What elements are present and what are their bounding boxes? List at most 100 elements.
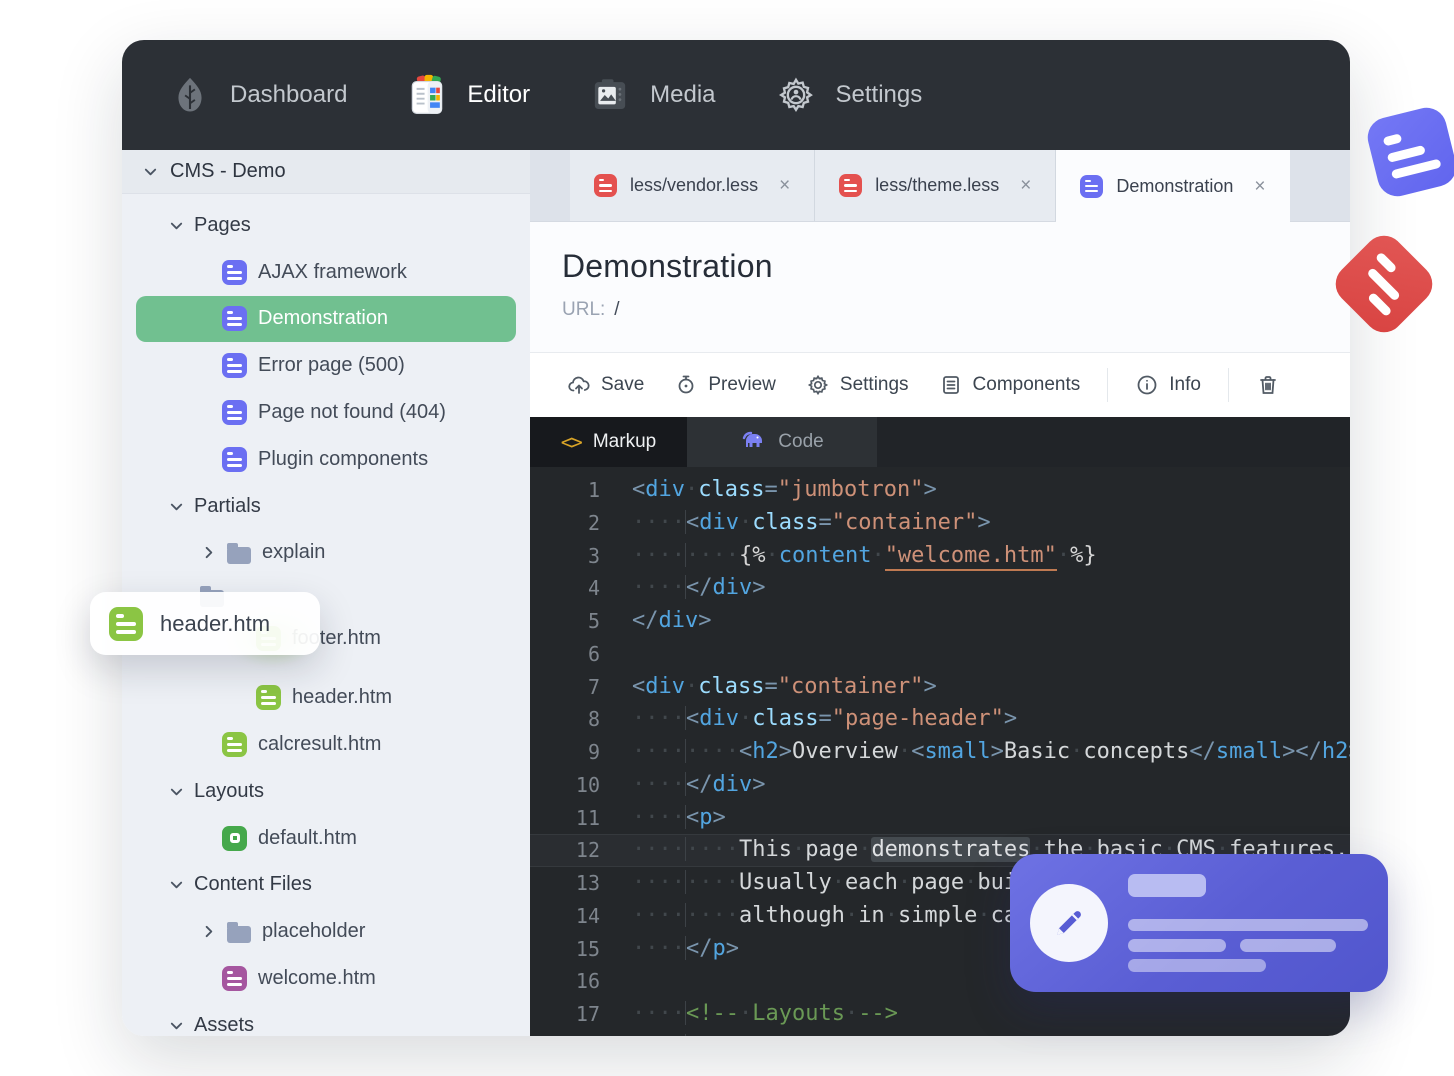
tab-less-theme.less[interactable]: less/theme.less × xyxy=(815,150,1057,221)
url-value: / xyxy=(614,299,620,320)
chevron-down-icon xyxy=(168,1017,184,1033)
tree-section-layouts[interactable]: Layouts xyxy=(122,768,530,815)
code-text: <div·class="container"> xyxy=(632,673,937,699)
nav-item-media[interactable]: Media xyxy=(588,73,716,117)
page-file-icon xyxy=(222,400,247,426)
tree-item-ajax-framework[interactable]: AJAX framework xyxy=(122,249,530,296)
line-number: 13 xyxy=(575,871,600,895)
tree-item-page-not-found-404-[interactable]: Page not found (404) xyxy=(122,389,530,436)
sidebar-theme-selector[interactable]: CMS - Demo xyxy=(122,150,530,194)
code-line: 11 ····<p> xyxy=(530,802,1350,835)
editor-notebook-icon xyxy=(405,73,449,117)
toolbar-button-label: Components xyxy=(972,374,1081,395)
settings-icon xyxy=(806,373,830,397)
close-icon[interactable]: × xyxy=(1020,176,1031,195)
line-number: 5 xyxy=(587,609,600,633)
components-button[interactable]: Components xyxy=(924,363,1096,407)
preview-button[interactable]: Preview xyxy=(659,363,791,407)
page-file-icon xyxy=(222,353,247,379)
promo-card xyxy=(1010,854,1388,992)
line-number: 4 xyxy=(587,576,600,601)
tree-item-label: default.htm xyxy=(258,826,357,849)
toolbar-divider xyxy=(1107,368,1109,402)
partial-file-icon xyxy=(256,685,281,711)
tree-section-assets[interactable]: Assets xyxy=(122,1002,530,1036)
line-number: 17 xyxy=(575,1002,600,1026)
skeleton-line xyxy=(1128,919,1368,931)
line-number: 2 xyxy=(587,510,600,535)
tree-item-label: Demonstration xyxy=(258,307,389,330)
page-file-icon xyxy=(222,259,247,285)
code-text: <div·class="jumbotron"> xyxy=(632,477,937,502)
tree-item-label: Layouts xyxy=(194,779,265,802)
code-line: 9 ········<h2>Overview·<small>Basic·conce… xyxy=(530,736,1350,769)
toolbar-button-label: Settings xyxy=(839,374,909,395)
nav-item-settings[interactable]: Settings xyxy=(774,73,922,117)
document-header: Demonstration URL: / xyxy=(530,222,1350,352)
tree-section-pages[interactable]: Pages xyxy=(122,202,530,249)
chevron-right-icon xyxy=(200,545,216,561)
tree-item-header.htm[interactable]: header.htm xyxy=(122,674,530,721)
tree-item-label: welcome.htm xyxy=(258,967,376,990)
tree-item-label: Error page (500) xyxy=(258,354,405,377)
nav-item-label: Media xyxy=(650,81,716,108)
save-button[interactable]: Save xyxy=(552,363,659,407)
tab-strip: less/vendor.less × less/theme.less × Demonst… xyxy=(530,150,1350,222)
line-number: 12 xyxy=(575,838,600,863)
tree-item-default.htm[interactable]: default.htm xyxy=(122,815,530,862)
line-number: 11 xyxy=(575,805,600,830)
code-text: ····<!--·Layouts·--> xyxy=(632,1001,898,1026)
layout-file-icon xyxy=(222,825,247,851)
save-icon xyxy=(567,373,591,397)
editor-tab-label: Markup xyxy=(592,431,657,452)
nav-item-editor[interactable]: Editor xyxy=(405,73,530,117)
close-icon[interactable]: × xyxy=(779,176,790,195)
tab-less-vendor.less[interactable]: less/vendor.less × xyxy=(570,150,816,221)
tree-item-demonstration[interactable]: Demonstration xyxy=(136,295,516,343)
code-line: 6 xyxy=(530,638,1350,671)
tree-item-welcome.htm[interactable]: welcome.htm xyxy=(122,955,530,1002)
trash-button[interactable] xyxy=(1241,363,1295,407)
code-text: ····<p> xyxy=(632,804,726,830)
settings-button[interactable]: Settings xyxy=(791,363,924,407)
drag-ghost: header.htm xyxy=(90,592,320,655)
preview-icon xyxy=(674,373,698,397)
php-elephant-icon xyxy=(740,428,766,456)
line-number: 1 xyxy=(587,478,600,502)
tree-item-explain[interactable]: explain xyxy=(122,530,530,577)
info-button[interactable]: Info xyxy=(1120,363,1216,407)
code-text: ········{%·content·"welcome.htm"·%} xyxy=(632,540,1350,573)
editor-tab-code[interactable]: Code xyxy=(687,417,877,467)
tab-demonstration[interactable]: Demonstration × xyxy=(1056,150,1290,222)
tree-item-placeholder[interactable]: placeholder xyxy=(122,908,530,955)
tree-item-label: Content Files xyxy=(194,873,312,896)
tree-item-label: Assets xyxy=(194,1013,255,1036)
code-text: ········<h2>Overview·<small>Basic·concep… xyxy=(632,739,1350,764)
tree-section-partials[interactable]: Partials xyxy=(122,483,530,530)
page-file-icon xyxy=(222,446,247,472)
line-number: 8 xyxy=(587,707,600,732)
tree-item-plugin-components[interactable]: Plugin components xyxy=(122,436,530,483)
tree-item-calcresult.htm[interactable]: calcresult.htm xyxy=(122,721,530,768)
toolbar-button-label: Save xyxy=(601,374,645,395)
nav-item-label: Editor xyxy=(467,81,531,108)
code-line: 5 </div> xyxy=(530,605,1350,638)
code-text: ····</div> xyxy=(632,771,766,797)
components-icon xyxy=(939,373,963,397)
tab-label: less/vendor.less xyxy=(630,175,759,195)
editor-tab-markup[interactable]: <> Markup xyxy=(530,417,687,467)
line-number: 9 xyxy=(587,740,600,764)
skeleton-line xyxy=(1128,939,1226,952)
nav-item-dashboard[interactable]: Dashboard xyxy=(168,73,347,117)
tree-item-error-page-500-[interactable]: Error page (500) xyxy=(122,342,530,389)
tree-section-content-files[interactable]: Content Files xyxy=(122,862,530,909)
folder-icon xyxy=(227,542,251,564)
tree-item-label: explain xyxy=(262,541,326,564)
code-line: 17 ····<!--·Layouts·--> xyxy=(530,998,1350,1031)
code-text: ····<h2>Layouts</h2> xyxy=(632,1031,1350,1036)
line-number: 6 xyxy=(587,641,600,666)
toolbar-divider xyxy=(1227,368,1229,402)
tree-item-label: Partials xyxy=(194,494,261,517)
close-icon[interactable]: × xyxy=(1254,177,1265,196)
